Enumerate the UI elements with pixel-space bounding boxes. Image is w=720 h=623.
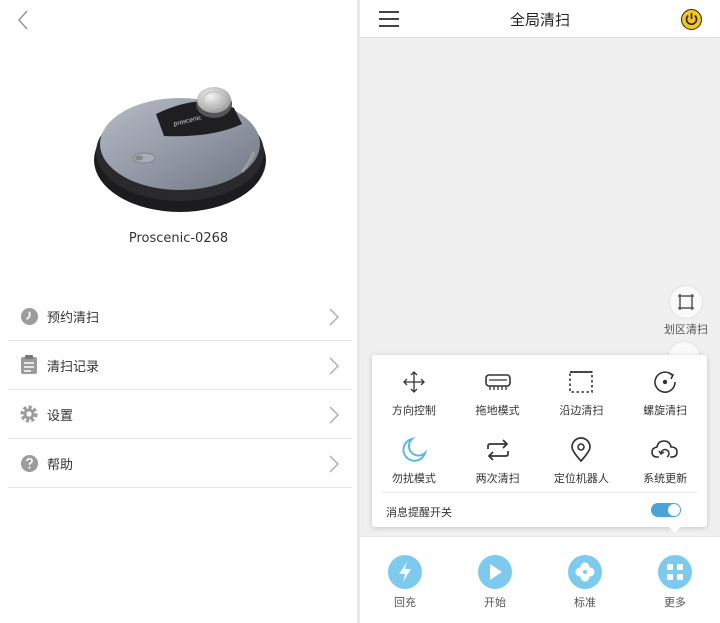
clock-icon — [19, 306, 39, 326]
popup-item-label: 拖地模式 — [475, 404, 520, 417]
notify-toggle-label: 消息提醒开关 — [386, 506, 452, 519]
bottom-label: 回充 — [394, 596, 416, 609]
repeat-clean-icon — [483, 435, 513, 465]
spiral-clean-icon — [650, 367, 680, 397]
menu-item-label: 清扫记录 — [47, 359, 100, 375]
gear-icon — [19, 404, 39, 424]
more-popup: 方向控制 拖地模式 沿边清扫 螺旋清扫 勿扰模式 两次清扫 定位机器人 系统更新… — [372, 355, 707, 533]
more-icon — [658, 555, 692, 589]
bottom-label: 开始 — [484, 596, 506, 609]
device-menu: 预约清扫 清扫记录 设置 帮助 — [8, 292, 352, 488]
mop-mode-icon — [483, 367, 513, 397]
chevron-right-icon — [329, 406, 340, 424]
device-panel: proscenic Proscenic-0268 预约清扫 清扫记录 设置 帮助 — [0, 0, 357, 623]
menu-item-label: 预约清扫 — [47, 310, 100, 326]
direction-control-button[interactable]: 方向控制 — [372, 365, 456, 433]
recharge-button[interactable]: 回充 — [360, 537, 450, 623]
play-icon — [478, 555, 512, 589]
chevron-right-icon — [329, 308, 340, 326]
chevron-left-icon — [17, 10, 28, 30]
popup-item-label: 沿边清扫 — [559, 404, 604, 417]
popup-item-label: 螺旋清扫 — [643, 404, 688, 417]
more-button[interactable]: 更多 — [630, 537, 720, 623]
zone-clean-icon — [678, 294, 694, 310]
edge-clean-button[interactable]: 沿边清扫 — [540, 365, 624, 433]
mop-mode-button[interactable]: 拖地模式 — [456, 365, 540, 433]
bottom-label: 更多 — [664, 596, 686, 609]
record-icon — [19, 355, 39, 375]
chevron-right-icon — [329, 357, 340, 375]
menu-item-settings[interactable]: 设置 — [8, 390, 352, 439]
robot-image: proscenic — [92, 78, 268, 218]
menu-item-label: 帮助 — [47, 457, 74, 473]
back-button[interactable] — [12, 8, 36, 32]
system-update-button[interactable]: 系统更新 — [623, 433, 707, 501]
cloud-update-icon — [650, 435, 680, 465]
zone-clean-label: 划区清扫 — [664, 323, 708, 336]
popup-divider — [382, 492, 697, 493]
start-button[interactable]: 开始 — [450, 537, 540, 623]
notify-toggle[interactable] — [651, 503, 681, 517]
charge-icon — [388, 555, 422, 589]
popup-item-label: 系统更新 — [643, 472, 688, 485]
zone-clean-button[interactable]: 划区清扫 — [659, 286, 713, 337]
do-not-disturb-icon — [399, 435, 429, 465]
suction-mode-button[interactable]: 标准 — [540, 537, 630, 623]
menu-item-help[interactable]: 帮助 — [8, 439, 352, 488]
popup-item-label: 勿扰模式 — [391, 472, 436, 485]
chevron-right-icon — [329, 455, 340, 473]
popup-item-label: 定位机器人 — [553, 472, 609, 485]
menu-item-schedule-clean[interactable]: 预约清扫 — [8, 292, 352, 341]
popup-function-grid: 方向控制 拖地模式 沿边清扫 螺旋清扫 勿扰模式 两次清扫 定位机器人 系统更新 — [372, 365, 707, 501]
help-icon — [19, 453, 39, 473]
top-bar: 全局清扫 — [360, 0, 720, 38]
direction-control-icon — [399, 367, 429, 397]
menu-item-clean-record[interactable]: 清扫记录 — [8, 341, 352, 390]
device-name: Proscenic-0268 — [128, 231, 229, 246]
repeat-clean-button[interactable]: 两次清扫 — [456, 433, 540, 501]
popup-item-label: 两次清扫 — [475, 472, 520, 485]
page-title: 全局清扫 — [509, 11, 570, 29]
locate-robot-icon — [566, 435, 596, 465]
popup-pointer — [667, 525, 683, 533]
power-button[interactable] — [681, 9, 702, 30]
do-not-disturb-button[interactable]: 勿扰模式 — [372, 433, 456, 501]
fan-icon — [568, 555, 602, 589]
spiral-clean-button[interactable]: 螺旋清扫 — [623, 365, 707, 433]
clean-panel: 全局清扫 划区清扫 方向控制 拖地模式 沿边清扫 螺旋清扫 勿扰模式 两次清扫 … — [360, 0, 720, 623]
popup-item-label: 方向控制 — [391, 404, 436, 417]
bottom-bar: 回充 开始 标准 更多 — [360, 536, 720, 623]
power-icon — [681, 9, 702, 30]
menu-item-label: 设置 — [47, 408, 74, 424]
edge-clean-icon — [566, 367, 596, 397]
bottom-label: 标准 — [574, 596, 596, 609]
locate-robot-button[interactable]: 定位机器人 — [540, 433, 624, 501]
